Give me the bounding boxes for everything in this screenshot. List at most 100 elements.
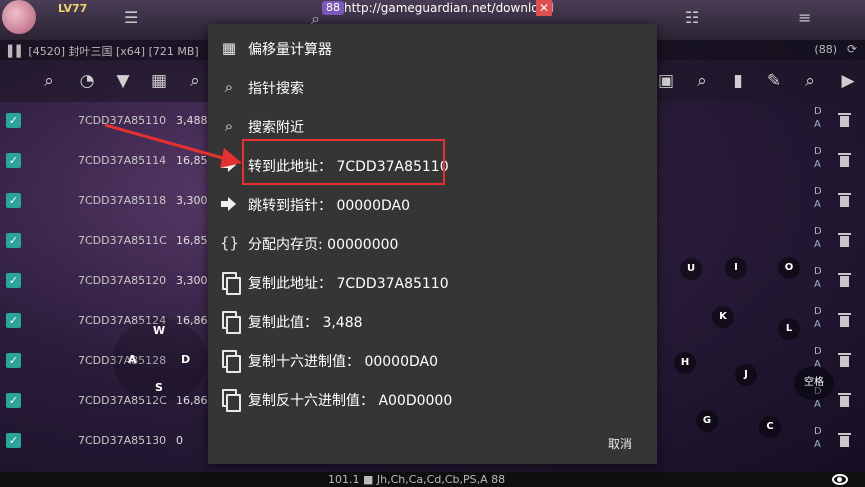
key-u[interactable]: U — [680, 258, 702, 280]
checkbox[interactable]: ✓ — [6, 153, 21, 168]
menu-item-copy-address[interactable]: 复制此地址： 7CDD37A85110 — [208, 263, 657, 302]
search-icon[interactable]: ⌕ — [799, 70, 821, 92]
row-value: 3,488 — [176, 114, 208, 127]
trash-icon[interactable] — [838, 433, 851, 448]
checkbox[interactable]: ✓ — [6, 113, 21, 128]
menu-item-label: 指针搜索 — [248, 81, 304, 97]
download-url[interactable]: http://gameguardian.net/download — [344, 1, 554, 15]
row-value: 0 — [176, 434, 183, 447]
menu-item-label: 分配内存页: 00000000 — [248, 237, 399, 253]
menu-item-offset-calculator[interactable]: ▦ 偏移量计算器 — [208, 29, 657, 68]
dpad[interactable]: W A S D — [113, 318, 207, 402]
key-h[interactable]: H — [674, 352, 696, 374]
checkbox[interactable]: ✓ — [6, 313, 21, 328]
row-address: 7CDD37A85130 — [78, 434, 167, 447]
braces-icon: {} — [220, 234, 240, 252]
game-avatar — [2, 0, 36, 34]
key-i[interactable]: I — [725, 257, 747, 279]
menu-item-copy-hex[interactable]: 复制十六进制值： 00000DA0 — [208, 341, 657, 380]
bottom-status-bar: 101.1 ■ Jh,Ch,Ca,Cd,Cb,PS,A 88 — [0, 472, 865, 487]
delete-icon[interactable]: ▮ — [727, 70, 749, 92]
checkbox[interactable]: ✓ — [6, 393, 21, 408]
key-w[interactable]: W — [153, 324, 165, 337]
copy-icon — [222, 311, 241, 334]
url-close-icon[interactable]: ✕ — [536, 0, 552, 16]
edit-icon[interactable]: ✎ — [763, 70, 785, 92]
trash-icon[interactable] — [838, 233, 851, 248]
refresh-icon[interactable]: ⟳ — [847, 42, 857, 56]
menu-item-label: 偏移量计算器 — [248, 42, 332, 58]
calculator-toolbar-icon[interactable]: ▦ — [148, 70, 170, 92]
row-flags: DA — [814, 306, 822, 330]
trash-icon[interactable] — [838, 353, 851, 368]
menu-item-jump-pointer[interactable]: 跳转到指针： 00000DA0 — [208, 185, 657, 224]
checkbox[interactable]: ✓ — [6, 193, 21, 208]
result-count: (88) — [814, 43, 837, 56]
search-star-icon[interactable]: ⌕ — [184, 70, 206, 92]
row-address: 7CDD37A85110 — [78, 114, 167, 127]
key-g[interactable]: G — [696, 410, 718, 432]
row-flags: DA — [814, 266, 822, 290]
row-address: 7CDD37A85114 — [78, 154, 167, 167]
checkbox[interactable]: ✓ — [6, 433, 21, 448]
search-pointer-icon: ⌕ — [224, 78, 234, 96]
search-help-icon[interactable]: ⌕ — [691, 70, 713, 92]
key-j[interactable]: J — [735, 364, 757, 386]
menu-item-label: 复制此值： 3,488 — [248, 315, 363, 331]
trash-icon[interactable] — [838, 153, 851, 168]
row-address: 7CDD37A8511C — [78, 234, 167, 247]
key-s[interactable]: S — [155, 381, 163, 394]
key-k[interactable]: K — [712, 306, 734, 328]
trash-icon[interactable] — [838, 393, 851, 408]
list-icon[interactable]: ☷ — [685, 10, 699, 26]
menu-item-copy-value[interactable]: 复制此值： 3,488 — [208, 302, 657, 341]
row-flags: DA — [814, 146, 822, 170]
row-flags: DA — [814, 186, 822, 210]
eye-icon[interactable] — [832, 474, 848, 485]
trash-icon[interactable] — [838, 273, 851, 288]
checkbox[interactable]: ✓ — [6, 233, 21, 248]
menu-icon[interactable]: ≡ — [798, 10, 811, 26]
search-nearby-icon: ⌕ — [224, 117, 234, 135]
trash-icon[interactable] — [838, 113, 851, 128]
key-d[interactable]: D — [181, 353, 190, 366]
menu-item-label: 复制反十六进制值： A00D0000 — [248, 393, 453, 409]
filter-icon[interactable]: ▼ — [112, 70, 134, 92]
save-icon[interactable]: ▣ — [655, 70, 677, 92]
row-address: 7CDD37A85120 — [78, 274, 167, 287]
menu-item-label: 复制此地址： 7CDD37A85110 — [248, 276, 449, 292]
row-flags: DA — [814, 106, 822, 130]
trash-icon[interactable] — [838, 313, 851, 328]
row-flags: DA — [814, 226, 822, 250]
key-l[interactable]: L — [778, 318, 800, 340]
search-settings-icon[interactable]: ⌕ — [38, 70, 60, 92]
row-value: 3,300 — [176, 194, 208, 207]
level-text: LV77 — [58, 2, 88, 15]
key-space[interactable]: 空格 — [794, 366, 834, 400]
copy-icon — [222, 350, 241, 373]
cancel-button[interactable]: 取消 — [608, 435, 632, 452]
key-o[interactable]: O — [778, 257, 800, 279]
row-flags: DA — [814, 426, 822, 450]
menu-item-label: 搜索附近 — [248, 120, 304, 136]
row-value: 3,300 — [176, 274, 208, 287]
play-icon[interactable]: ▶ — [837, 70, 859, 92]
checkbox[interactable]: ✓ — [6, 273, 21, 288]
copy-icon — [222, 272, 241, 295]
menu-item-copy-reverse-hex[interactable]: 复制反十六进制值： A00D0000 — [208, 380, 657, 419]
key-a[interactable]: A — [128, 353, 137, 366]
checkbox[interactable]: ✓ — [6, 353, 21, 368]
key-c[interactable]: C — [759, 416, 781, 438]
speedometer-icon[interactable]: ◔ — [76, 70, 98, 92]
copy-icon — [222, 389, 241, 412]
process-info[interactable]: ▌▌ [4520] 封叶三国 [x64] [721 MB] — [8, 43, 199, 59]
arrow-right-icon — [221, 158, 237, 172]
highlight-box — [242, 139, 445, 185]
menu-item-label: 复制十六进制值： 00000DA0 — [248, 354, 439, 370]
menu-item-allocate-page[interactable]: {} 分配内存页: 00000000 — [208, 224, 657, 263]
url-badge: 88 — [322, 1, 344, 15]
status-text: 101.1 ■ Jh,Ch,Ca,Cd,Cb,PS,A 88 — [328, 473, 506, 486]
trash-icon[interactable] — [838, 193, 851, 208]
menu-item-pointer-search[interactable]: ⌕ 指针搜索 — [208, 68, 657, 107]
sliders-icon[interactable]: ☰ — [124, 10, 138, 26]
